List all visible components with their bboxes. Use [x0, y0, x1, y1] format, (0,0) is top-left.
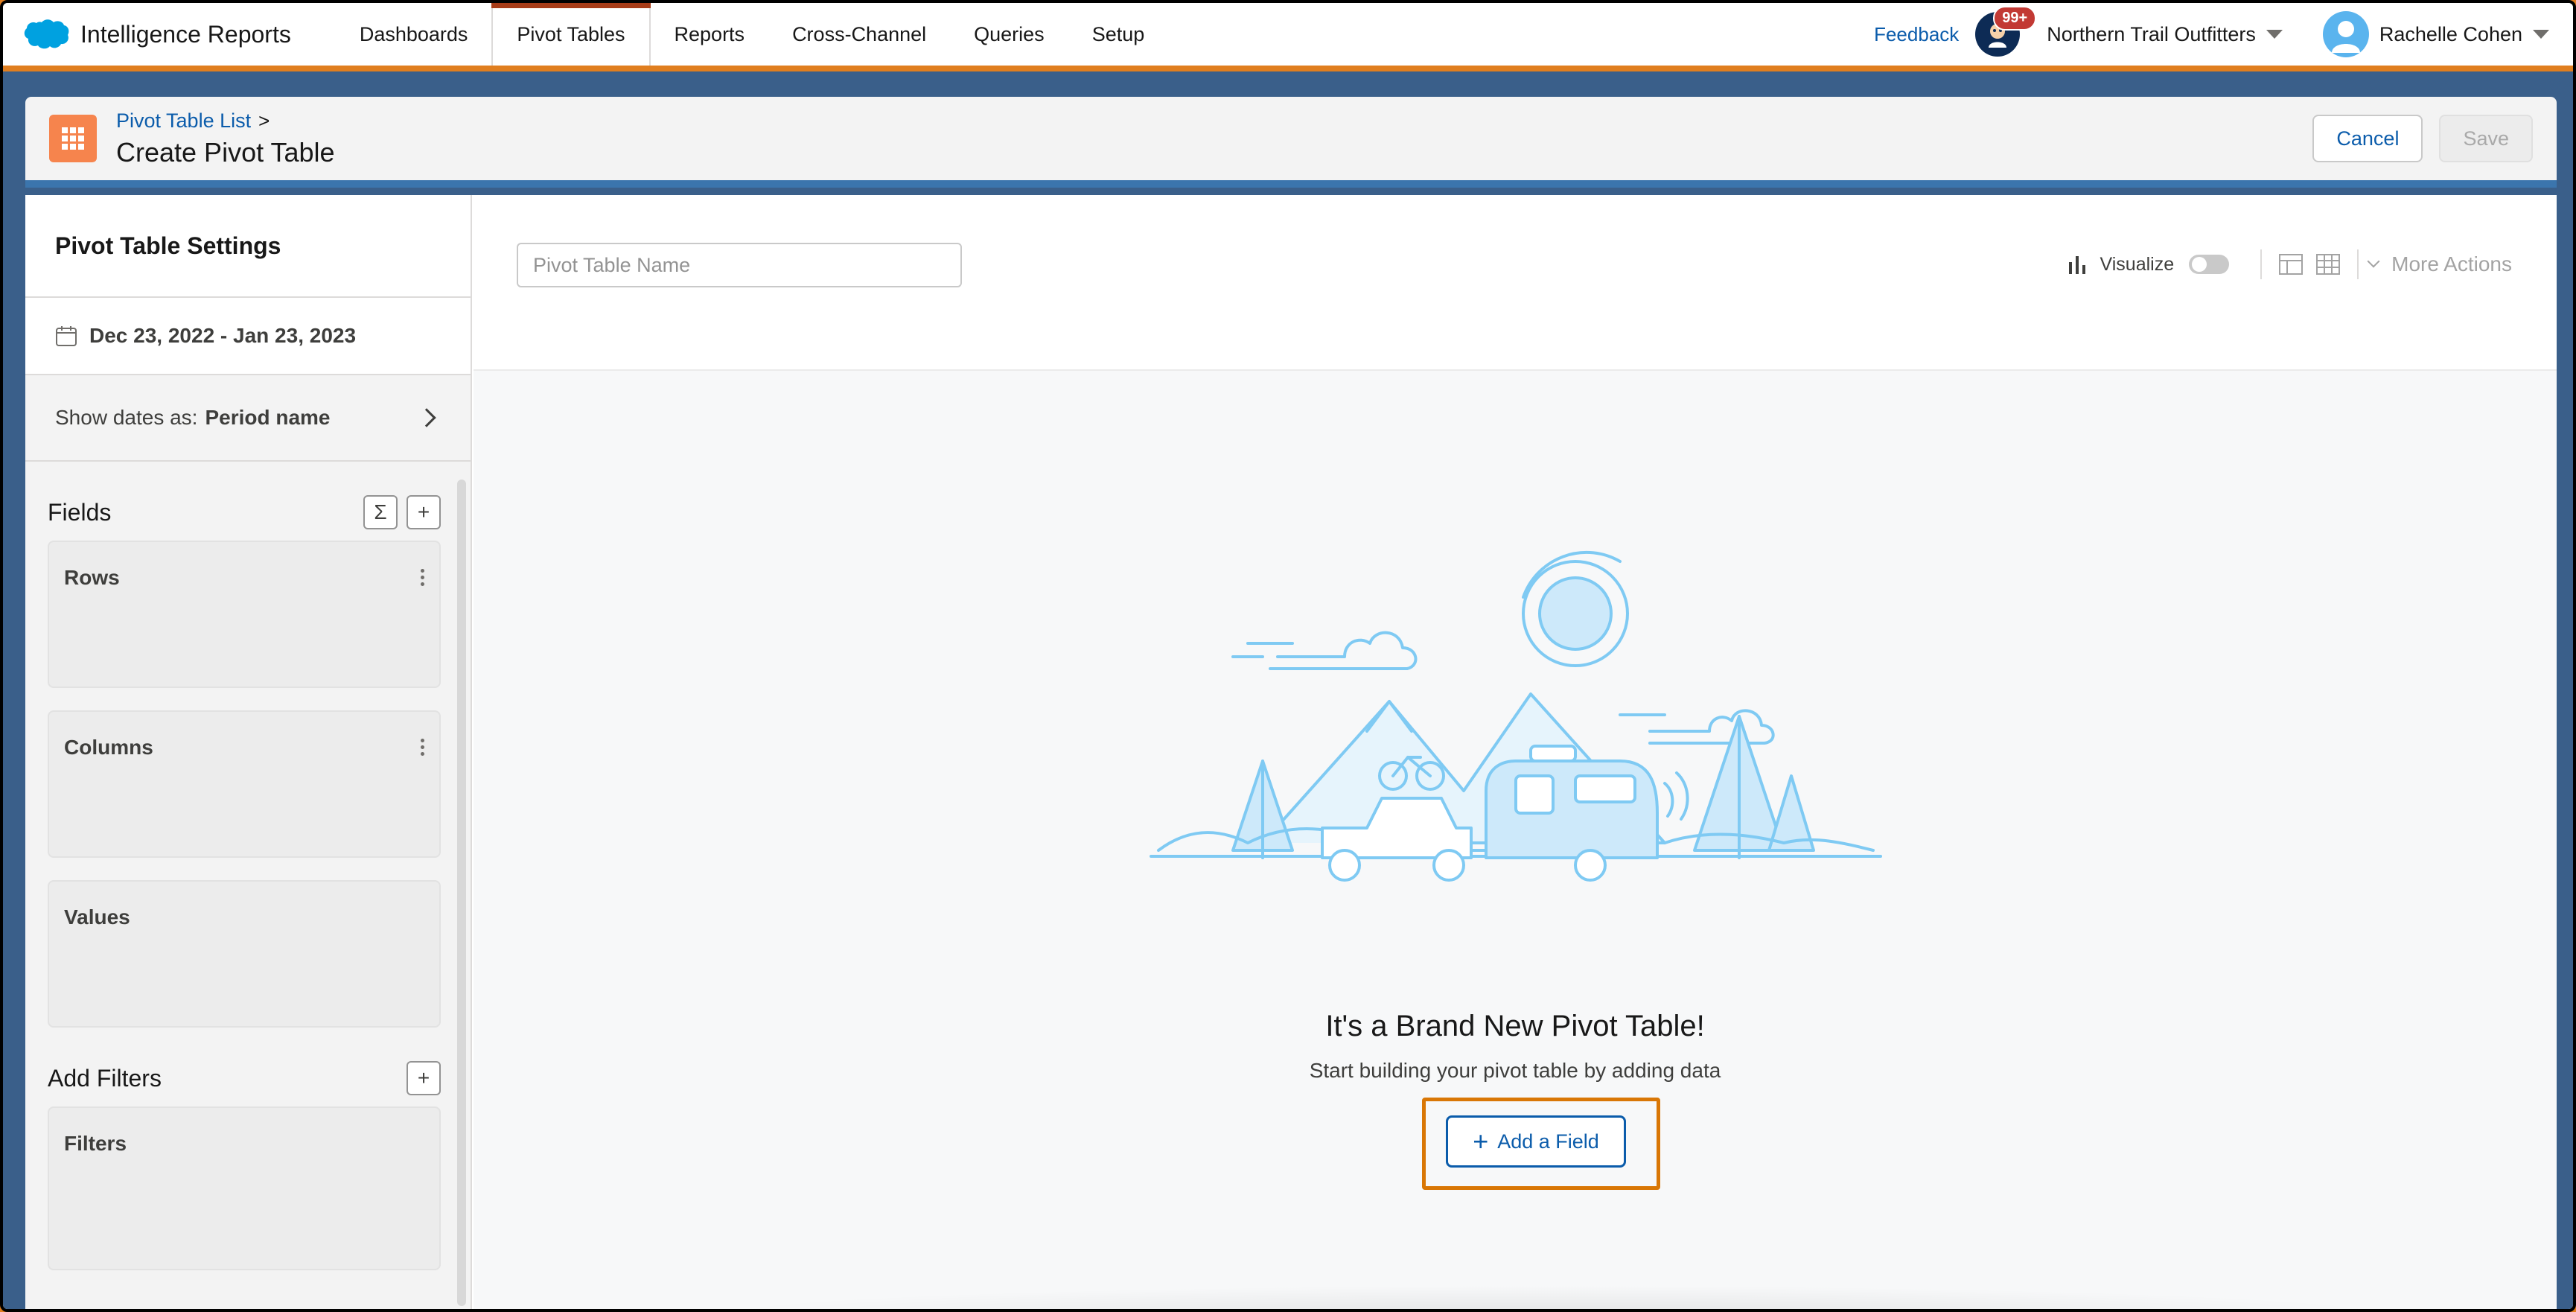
show-dates-as-row[interactable]: Show dates as: Period name [25, 375, 471, 462]
add-filters-label: Add Filters [48, 1064, 162, 1092]
nav-tab-cross-channel[interactable]: Cross-Channel [768, 3, 950, 66]
feedback-link[interactable]: Feedback [1874, 23, 1959, 46]
pivot-table-icon [49, 115, 97, 162]
layout-table-icon[interactable] [2315, 253, 2341, 276]
page-header-texts: Pivot Table List > Create Pivot Table [116, 109, 335, 168]
fields-panel: Fields Σ + Rows Columns Values Add Filte… [25, 465, 471, 1309]
chevron-down-icon [2533, 30, 2549, 39]
breadcrumb-pivot-table-list[interactable]: Pivot Table List [116, 109, 251, 133]
values-well[interactable]: Values [48, 880, 441, 1028]
toolbar-divider [2260, 249, 2263, 279]
layout-compact-icon[interactable] [2278, 253, 2304, 276]
fields-label: Fields [48, 498, 112, 526]
page-header: Pivot Table List > Create Pivot Table Ca… [25, 97, 2557, 188]
columns-kebab-icon[interactable] [421, 737, 424, 757]
chevron-down-icon [2266, 30, 2283, 39]
bar-chart-icon [2068, 256, 2085, 274]
date-range-picker[interactable]: Dec 23, 2022 - Jan 23, 2023 [25, 298, 471, 375]
pivot-canvas: Visualize [474, 195, 2557, 1309]
columns-well[interactable]: Columns [48, 710, 441, 858]
brand[interactable]: Intelligence Reports [22, 18, 291, 51]
add-field-button[interactable]: + Add a Field [1446, 1115, 1626, 1168]
rows-kebab-icon[interactable] [421, 567, 424, 587]
canvas-shadow [697, 1285, 2409, 1309]
sidebar-scrollbar[interactable] [457, 480, 466, 1306]
show-dates-value: Period name [205, 406, 331, 429]
toolbar-divider [2357, 249, 2359, 279]
values-label: Values [64, 905, 130, 929]
nav-tab-pivot-tables[interactable]: Pivot Tables [491, 3, 651, 66]
camping-illustration [1150, 550, 1882, 882]
nav-tab-queries[interactable]: Queries [950, 3, 1068, 66]
visualize-label: Visualize [2100, 253, 2175, 275]
plus-icon: + [1473, 1126, 1489, 1156]
cancel-button[interactable]: Cancel [2312, 115, 2423, 162]
breadcrumb: Pivot Table List > [116, 109, 335, 133]
nav-tab-dashboards[interactable]: Dashboards [336, 3, 492, 66]
calendar-icon [56, 326, 77, 346]
app-name: Intelligence Reports [80, 20, 291, 48]
chevron-right-icon [417, 408, 436, 427]
add-field-plus-icon[interactable]: + [407, 495, 441, 529]
header-utilities: Feedback 99+ Northern Trail Outfitters R… [1874, 3, 2573, 66]
user-avatar-icon [2322, 11, 2369, 57]
empty-state-subtitle: Start building your pivot table by addin… [1309, 1059, 1721, 1082]
page-actions: Cancel Save [2312, 115, 2533, 162]
chevron-down-icon [2367, 255, 2380, 268]
global-header: Intelligence Reports Dashboards Pivot Ta… [3, 3, 2573, 66]
rows-label: Rows [64, 566, 120, 589]
fields-tools: Σ + [354, 495, 441, 529]
app-window: Intelligence Reports Dashboards Pivot Ta… [0, 0, 2576, 1312]
show-dates-label: Show dates as: [55, 406, 198, 429]
empty-state-title: It's a Brand New Pivot Table! [1325, 1010, 1705, 1042]
filters-tools: + [398, 1061, 441, 1095]
sigma-icon[interactable]: Σ [363, 495, 398, 529]
add-filters-header: Add Filters + [48, 1050, 441, 1106]
visualize-toggle[interactable] [2189, 255, 2230, 274]
date-range-value: Dec 23, 2022 - Jan 23, 2023 [89, 324, 357, 347]
notification-badge: 99+ [1993, 6, 2037, 31]
more-actions-menu[interactable]: More Actions [2367, 252, 2512, 276]
more-actions-label: More Actions [2391, 252, 2512, 276]
sidebar-title: Pivot Table Settings [25, 195, 471, 298]
nav-tab-reports[interactable]: Reports [651, 3, 769, 66]
builder-body: Pivot Table Settings Dec 23, 2022 - Jan … [25, 195, 2557, 1309]
filters-well[interactable]: Filters [48, 1106, 441, 1270]
salesforce-cloud-icon [24, 19, 69, 49]
pivot-table-name-input[interactable] [517, 243, 962, 287]
main-nav: Dashboards Pivot Tables Reports Cross-Ch… [336, 3, 1168, 66]
add-filter-plus-icon[interactable]: + [407, 1061, 441, 1095]
breadcrumb-separator: > [258, 109, 270, 132]
org-name: Northern Trail Outfitters [2047, 22, 2256, 45]
org-switcher[interactable]: Northern Trail Outfitters [2047, 23, 2283, 46]
user-menu[interactable]: Rachelle Cohen [2322, 11, 2549, 57]
notifications-avatar[interactable]: 99+ [1975, 6, 2037, 57]
toolbar-actions: Visualize More Actions [2066, 247, 2512, 281]
save-button[interactable]: Save [2439, 115, 2533, 162]
header-accent-stripe [3, 66, 2573, 71]
nav-tab-setup[interactable]: Setup [1068, 3, 1169, 66]
fields-header: Fields Σ + [48, 484, 441, 541]
canvas-toolbar: Visualize [474, 195, 2557, 371]
rows-well[interactable]: Rows [48, 541, 441, 688]
settings-sidebar: Pivot Table Settings Dec 23, 2022 - Jan … [25, 195, 472, 1309]
user-name: Rachelle Cohen [2379, 22, 2522, 45]
filters-label: Filters [64, 1132, 127, 1155]
columns-label: Columns [64, 736, 153, 759]
add-field-label: Add a Field [1497, 1130, 1599, 1153]
page-title: Create Pivot Table [116, 136, 335, 168]
